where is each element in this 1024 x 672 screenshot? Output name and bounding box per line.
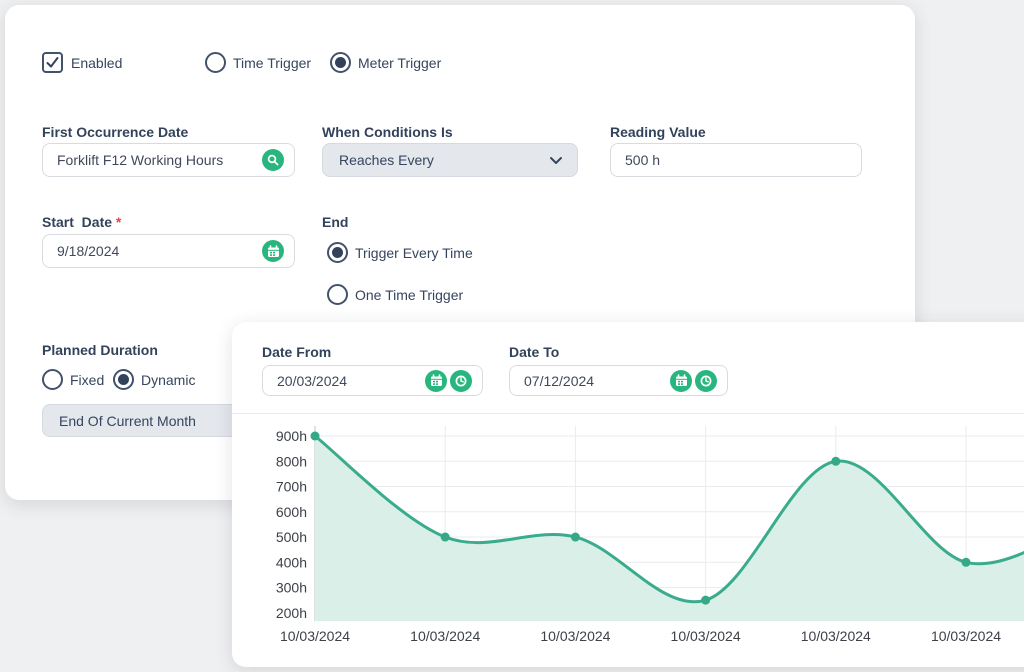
data-point[interactable]: [701, 596, 710, 605]
meter-history-card: Date From Date To 900h 800h 700h 600h 500h 40…: [232, 322, 1024, 667]
date-from-field[interactable]: [262, 365, 483, 396]
reading-value-label: Reading Value: [610, 124, 706, 140]
chevron-down-icon: [549, 156, 563, 165]
calendar-icon[interactable]: [670, 370, 692, 392]
start-date-label: Start Date *: [42, 214, 121, 230]
trigger-every-time-radio[interactable]: [327, 242, 348, 263]
first-occurrence-input[interactable]: [57, 152, 262, 168]
dynamic-label: Dynamic: [141, 372, 195, 388]
one-time-trigger-label: One Time Trigger: [355, 287, 463, 303]
x-tick-label: 10/03/2024: [540, 628, 610, 644]
date-to-input[interactable]: [524, 373, 670, 389]
data-point[interactable]: [831, 457, 840, 466]
date-from-input[interactable]: [277, 373, 425, 389]
start-date-input[interactable]: [57, 243, 262, 259]
x-tick-label: 10/03/2024: [671, 628, 741, 644]
when-conditions-label: When Conditions Is: [322, 124, 453, 140]
y-tick-label: 200h: [276, 605, 307, 621]
card-divider: [232, 413, 1024, 414]
planned-duration-label: Planned Duration: [42, 342, 158, 358]
search-icon[interactable]: [262, 149, 284, 171]
dynamic-radio[interactable]: [113, 369, 134, 390]
when-conditions-select[interactable]: Reaches Every: [322, 143, 578, 177]
working-hours-area-chart: 900h 800h 700h 600h 500h 400h 300h 200h 10/03/20…: [232, 420, 1024, 668]
fixed-radio[interactable]: [42, 369, 63, 390]
end-label: End: [322, 214, 348, 230]
y-tick-label: 800h: [276, 453, 307, 469]
data-point[interactable]: [311, 432, 320, 441]
calendar-icon[interactable]: [425, 370, 447, 392]
checkmark-icon: [45, 55, 60, 70]
y-tick-label: 500h: [276, 529, 307, 545]
x-axis-tick-labels: 10/03/2024 10/03/2024 10/03/2024 10/03/2024…: [280, 628, 1001, 644]
y-tick-label: 400h: [276, 554, 307, 570]
enabled-checkbox[interactable]: [42, 52, 63, 73]
date-from-label: Date From: [262, 344, 331, 360]
y-axis-tick-labels: 900h 800h 700h 600h 500h 400h 300h 200h: [276, 428, 307, 621]
y-tick-label: 300h: [276, 580, 307, 596]
time-trigger-label: Time Trigger: [233, 55, 311, 71]
required-asterisk: *: [116, 214, 121, 230]
date-to-field[interactable]: [509, 365, 728, 396]
y-tick-label: 600h: [276, 504, 307, 520]
x-tick-label: 10/03/2024: [410, 628, 480, 644]
trigger-every-time-label: Trigger Every Time: [355, 245, 473, 261]
calendar-icon[interactable]: [262, 240, 284, 262]
first-occurrence-field[interactable]: [42, 143, 295, 177]
area-fill: [315, 436, 1024, 621]
first-occurrence-label: First Occurrence Date: [42, 124, 188, 140]
fixed-label: Fixed: [70, 372, 104, 388]
y-tick-label: 900h: [276, 428, 307, 444]
x-tick-label: 10/03/2024: [280, 628, 350, 644]
when-conditions-value: Reaches Every: [339, 152, 549, 168]
data-point[interactable]: [441, 533, 450, 542]
x-tick-label: 10/03/2024: [931, 628, 1001, 644]
data-point[interactable]: [571, 533, 580, 542]
reading-value-field[interactable]: [610, 143, 862, 177]
meter-trigger-radio[interactable]: [330, 52, 351, 73]
data-point[interactable]: [962, 558, 971, 567]
reading-value-input[interactable]: [625, 152, 851, 168]
date-to-label: Date To: [509, 344, 559, 360]
one-time-trigger-radio[interactable]: [327, 284, 348, 305]
meter-trigger-label: Meter Trigger: [358, 55, 441, 71]
enabled-label: Enabled: [71, 55, 122, 71]
clock-icon[interactable]: [695, 370, 717, 392]
time-trigger-radio[interactable]: [205, 52, 226, 73]
clock-icon[interactable]: [450, 370, 472, 392]
x-tick-label: 10/03/2024: [801, 628, 871, 644]
y-tick-label: 700h: [276, 479, 307, 495]
start-date-field[interactable]: [42, 234, 295, 268]
